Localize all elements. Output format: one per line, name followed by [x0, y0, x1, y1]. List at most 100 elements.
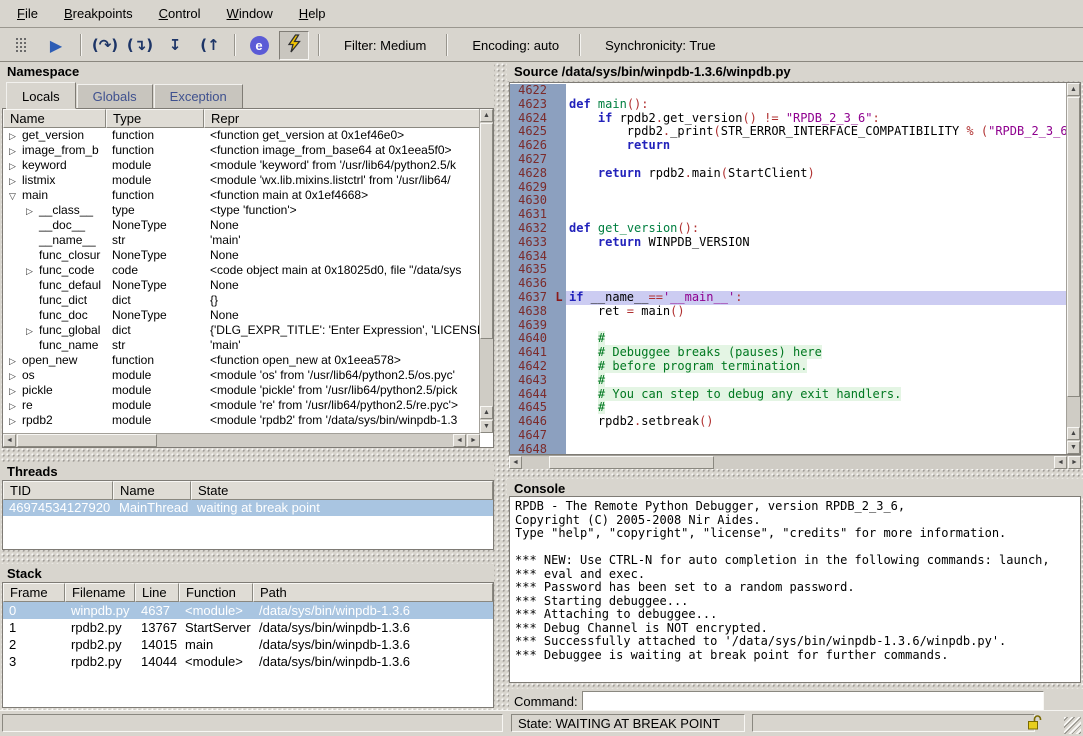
- scroll-thumb[interactable]: [549, 456, 714, 469]
- source-line[interactable]: 4635: [510, 263, 1066, 277]
- scroll-down-icon[interactable]: ▼: [1067, 441, 1080, 454]
- namespace-row[interactable]: ▷listmixmodule<module 'wx.lib.mixins.lis…: [3, 173, 493, 188]
- namespace-row[interactable]: ▷picklemodule<module 'pickle' from '/usr…: [3, 383, 493, 398]
- scroll-up-icon[interactable]: ▲: [1067, 427, 1080, 440]
- step-button[interactable]: (↴): [125, 31, 155, 60]
- source-line[interactable]: 4622: [510, 84, 1066, 98]
- stack-frame-row[interactable]: 1rpdb2.py13767StartServer/data/sys/bin/w…: [3, 619, 493, 636]
- menu-control[interactable]: Control: [146, 2, 214, 25]
- column-header-filename[interactable]: Filename: [65, 583, 135, 602]
- break-button[interactable]: [6, 31, 36, 60]
- column-header-name[interactable]: Name: [113, 481, 191, 500]
- expand-icon[interactable]: ▷: [26, 324, 39, 338]
- namespace-hscrollbar[interactable]: ◄ ◄ ►: [3, 433, 480, 447]
- column-header-repr[interactable]: Repr: [204, 109, 493, 128]
- scroll-thumb[interactable]: [480, 123, 493, 339]
- source-line[interactable]: 4623def main():: [510, 98, 1066, 112]
- source-line[interactable]: 4624 if rpdb2.get_version() != "RPDB_2_3…: [510, 112, 1066, 126]
- namespace-row[interactable]: func_dictdict{}: [3, 293, 493, 308]
- column-header-state[interactable]: State: [191, 481, 493, 500]
- stack-frame-row[interactable]: 2rpdb2.py14015main/data/sys/bin/winpdb-1…: [3, 636, 493, 653]
- namespace-row[interactable]: ▷open_newfunction<function open_new at 0…: [3, 353, 493, 368]
- stack-frame-row[interactable]: 0winpdb.py4637<module>/data/sys/bin/winp…: [3, 602, 493, 619]
- collapse-icon[interactable]: ▽: [9, 189, 22, 203]
- scroll-left-icon[interactable]: ◄: [1054, 456, 1067, 469]
- current-source-line[interactable]: 4637Lif __name__=='__main__':: [510, 291, 1066, 305]
- namespace-row[interactable]: func_closurNoneTypeNone: [3, 248, 493, 263]
- stack-frame-row[interactable]: 3rpdb2.py14044<module>/data/sys/bin/winp…: [3, 653, 493, 670]
- source-line[interactable]: 4641 # Debuggee breaks (pauses) here: [510, 346, 1066, 360]
- expand-icon[interactable]: ▷: [9, 384, 22, 398]
- scroll-thumb[interactable]: [1067, 97, 1080, 397]
- source-hscrollbar[interactable]: ◄ ◄ ►: [509, 455, 1081, 469]
- next-button[interactable]: (↷): [90, 31, 120, 60]
- namespace-row[interactable]: ▷get_versionfunction<function get_versio…: [3, 128, 493, 143]
- scroll-down-icon[interactable]: ▼: [480, 420, 493, 433]
- namespace-row[interactable]: ▽mainfunction<function main at 0x1ef4668…: [3, 188, 493, 203]
- thread-row[interactable]: 46974534127920MainThreadwaiting at break…: [3, 500, 493, 516]
- source-line[interactable]: 4630: [510, 194, 1066, 208]
- namespace-row[interactable]: ▷osmodule<module 'os' from '/usr/lib64/p…: [3, 368, 493, 383]
- expand-icon[interactable]: ▷: [9, 399, 22, 413]
- scroll-right-icon[interactable]: ►: [1068, 456, 1081, 469]
- expand-icon[interactable]: ▷: [9, 159, 22, 173]
- column-header-type[interactable]: Type: [106, 109, 204, 128]
- namespace-row[interactable]: ▷image_from_bfunction<function image_fro…: [3, 143, 493, 158]
- resize-grip[interactable]: [1064, 717, 1081, 734]
- namespace-vscrollbar[interactable]: ▲ ▲ ▼: [479, 109, 493, 433]
- go-button[interactable]: ▶: [41, 31, 71, 60]
- console-output[interactable]: RPDB - The Remote Python Debugger, versi…: [509, 496, 1081, 683]
- scroll-left-icon[interactable]: ◄: [3, 434, 16, 447]
- tab-exception[interactable]: Exception: [154, 84, 243, 108]
- synchronicity-button[interactable]: [279, 31, 309, 60]
- source-line[interactable]: 4629: [510, 181, 1066, 195]
- source-line[interactable]: 4645 #: [510, 401, 1066, 415]
- source-line[interactable]: 4643 #: [510, 374, 1066, 388]
- source-line[interactable]: 4636: [510, 277, 1066, 291]
- source-editor[interactable]: 46224623def main():4624 if rpdb2.get_ver…: [509, 82, 1081, 455]
- tab-locals[interactable]: Locals: [6, 82, 76, 109]
- expand-icon[interactable]: ▷: [26, 264, 39, 278]
- source-line[interactable]: 4627: [510, 153, 1066, 167]
- encoding-button[interactable]: e: [244, 31, 274, 60]
- source-line[interactable]: 4644 # You can step to debug any exit ha…: [510, 388, 1066, 402]
- source-line[interactable]: 4647: [510, 429, 1066, 443]
- namespace-row[interactable]: ▷__class__type<type 'function'>: [3, 203, 493, 218]
- source-line[interactable]: 4634: [510, 250, 1066, 264]
- column-header-function[interactable]: Function: [179, 583, 253, 602]
- expand-icon[interactable]: ▷: [9, 414, 22, 428]
- namespace-row[interactable]: func_docNoneTypeNone: [3, 308, 493, 323]
- namespace-row[interactable]: ▷remodule<module 're' from '/usr/lib64/p…: [3, 398, 493, 413]
- scroll-thumb[interactable]: [17, 434, 157, 447]
- source-line[interactable]: 4625 rpdb2._print(STR_ERROR_INTERFACE_CO…: [510, 125, 1066, 139]
- source-line[interactable]: 4626 return: [510, 139, 1066, 153]
- source-line[interactable]: 4640 #: [510, 332, 1066, 346]
- expand-icon[interactable]: ▷: [26, 204, 39, 218]
- scroll-up-icon[interactable]: ▲: [480, 109, 493, 122]
- expand-icon[interactable]: ▷: [9, 174, 22, 188]
- namespace-row[interactable]: ▷rpdb2module<module 'rpdb2' from '/data/…: [3, 413, 493, 428]
- namespace-row[interactable]: __doc__NoneTypeNone: [3, 218, 493, 233]
- source-line[interactable]: 4628 return rpdb2.main(StartClient): [510, 167, 1066, 181]
- source-line[interactable]: 4633 return WINPDB_VERSION: [510, 236, 1066, 250]
- namespace-row[interactable]: ▷func_codecode<code object main at 0x180…: [3, 263, 493, 278]
- source-line[interactable]: 4639: [510, 319, 1066, 333]
- menu-window[interactable]: Window: [214, 2, 286, 25]
- namespace-row[interactable]: __name__str'main': [3, 233, 493, 248]
- namespace-row[interactable]: ▷keywordmodule<module 'keyword' from '/u…: [3, 158, 493, 173]
- scroll-up-icon[interactable]: ▲: [480, 406, 493, 419]
- expand-icon[interactable]: ▷: [9, 129, 22, 143]
- namespace-row[interactable]: ▷func_globaldict{'DLG_EXPR_TITLE': 'Ente…: [3, 323, 493, 338]
- source-line[interactable]: 4631: [510, 208, 1066, 222]
- source-line[interactable]: 4646 rpdb2.setbreak(): [510, 415, 1066, 429]
- scroll-up-icon[interactable]: ▲: [1067, 83, 1080, 96]
- command-input[interactable]: [582, 691, 1044, 711]
- menu-file[interactable]: File: [4, 2, 51, 25]
- splitter-vertical[interactable]: [494, 62, 507, 710]
- menu-breakpoints[interactable]: Breakpoints: [51, 2, 146, 25]
- namespace-row[interactable]: func_defaulNoneTypeNone: [3, 278, 493, 293]
- namespace-row[interactable]: func_namestr'main': [3, 338, 493, 353]
- column-header-path[interactable]: Path: [253, 583, 493, 602]
- source-line[interactable]: 4638 ret = main(): [510, 305, 1066, 319]
- menu-help[interactable]: Help: [286, 2, 339, 25]
